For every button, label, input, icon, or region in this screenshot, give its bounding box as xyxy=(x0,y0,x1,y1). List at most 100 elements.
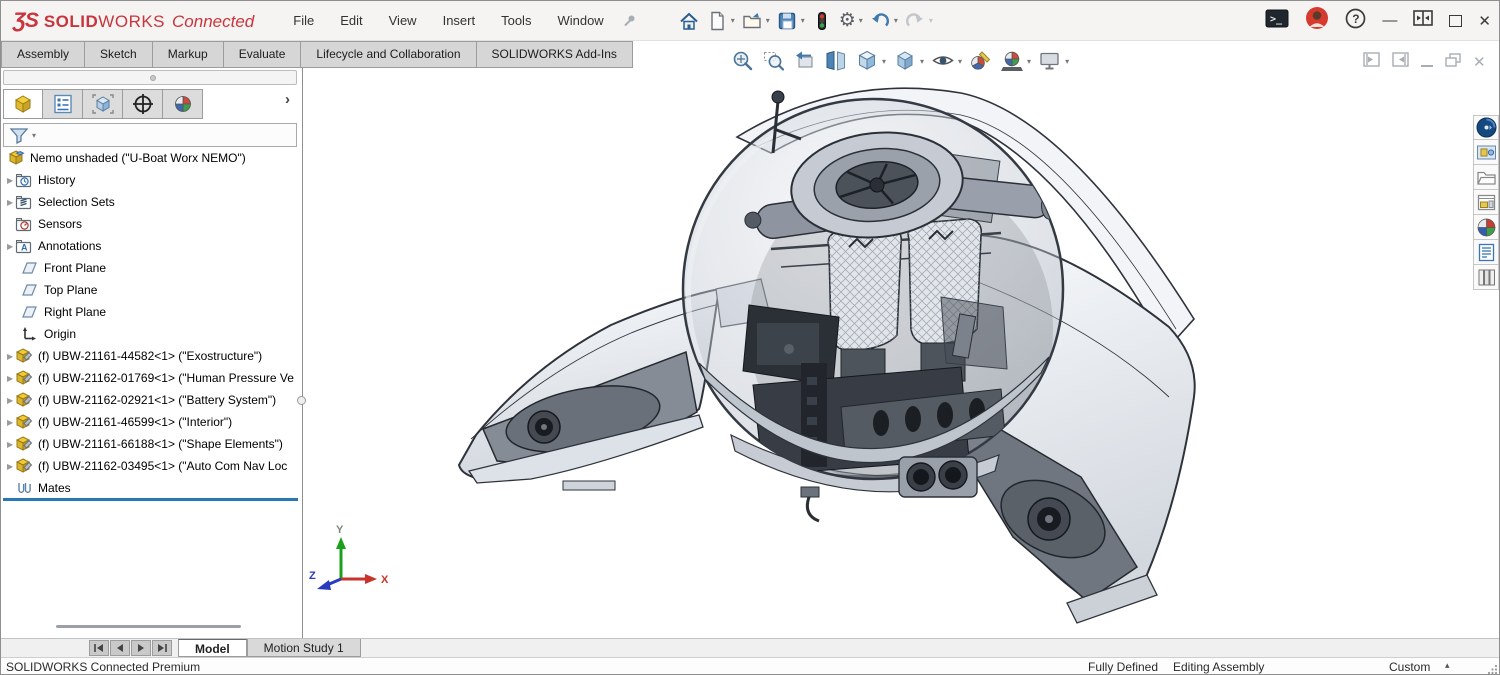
appearances-scenes-icon[interactable] xyxy=(1473,215,1499,240)
display-style-button[interactable]: ▾ xyxy=(891,48,926,74)
tree-item-selection-sets[interactable]: ▶ Selection Sets xyxy=(1,191,301,213)
user-avatar[interactable] xyxy=(1305,6,1329,35)
dock-layout-button[interactable] xyxy=(1413,10,1433,31)
tree-filter[interactable]: ▾ xyxy=(3,123,297,147)
expand-arrow-icon[interactable]: ▶ xyxy=(1,176,15,185)
expand-arrow-icon[interactable]: ▶ xyxy=(1,242,15,251)
tree-item-component-battery-system[interactable]: ▶ (f) UBW-21162-02921<1> ("Battery Syste… xyxy=(1,389,301,411)
tree-root-assembly[interactable]: Nemo unshaded ("U-Boat Worx NEMO") xyxy=(1,147,301,169)
expand-arrow-icon[interactable]: ▶ xyxy=(1,418,15,427)
tree-item-component-human-pressure-vessel[interactable]: ▶ (f) UBW-21162-01769<1> ("Human Pressur… xyxy=(1,367,301,389)
zoom-to-area-button[interactable] xyxy=(760,48,788,74)
commandmanager-splitter[interactable] xyxy=(3,70,297,85)
tree-item-component-interior[interactable]: ▶ (f) UBW-21161-46599<1> ("Interior") xyxy=(1,411,301,433)
tree-item-front-plane[interactable]: ▶ Front Plane xyxy=(1,257,301,279)
tab-solidworks-addins[interactable]: SOLIDWORKS Add-Ins xyxy=(477,41,633,68)
help-button[interactable]: ? xyxy=(1345,8,1366,34)
model-viewport[interactable]: Y X Z xyxy=(301,67,1500,638)
redo-button[interactable]: ▾ xyxy=(904,10,933,32)
new-document-button[interactable]: ▾ xyxy=(706,10,735,32)
tab-markup[interactable]: Markup xyxy=(153,41,224,68)
3dexperience-compass-icon[interactable] xyxy=(1473,115,1499,140)
apply-scene-dropdown[interactable]: ▾ xyxy=(1027,57,1031,66)
command-prompt-icon[interactable]: >_ xyxy=(1265,8,1289,34)
close-doc-button[interactable]: ✕ xyxy=(1473,53,1486,71)
minimize-window-button[interactable]: — xyxy=(1382,12,1397,29)
tree-item-component-shape-elements[interactable]: ▶ (f) UBW-21161-66188<1> ("Shape Element… xyxy=(1,433,301,455)
tab-evaluate[interactable]: Evaluate xyxy=(224,41,302,68)
display-style-dropdown[interactable]: ▾ xyxy=(920,57,924,66)
tab-motion-study-1[interactable]: Motion Study 1 xyxy=(247,639,361,657)
previous-view-button[interactable] xyxy=(791,48,819,74)
tree-item-component-exostructure[interactable]: ▶ (f) UBW-21161-44582<1> ("Exostructure"… xyxy=(1,345,301,367)
open-document-button[interactable]: ▾ xyxy=(741,10,770,32)
view-settings-button[interactable]: ▾ xyxy=(1036,48,1071,74)
hide-show-items-button[interactable]: ▾ xyxy=(929,48,964,74)
menu-tools[interactable]: Tools xyxy=(488,1,544,41)
tab-featuremanager-design-tree[interactable] xyxy=(3,89,43,119)
filter-dropdown[interactable]: ▾ xyxy=(32,131,36,140)
expand-arrow-icon[interactable]: ▶ xyxy=(1,462,15,471)
custom-properties-icon[interactable] xyxy=(1473,240,1499,265)
expand-arrow-icon[interactable]: ▶ xyxy=(1,440,15,449)
units-selector[interactable]: Custom xyxy=(1389,660,1430,674)
resize-grip[interactable] xyxy=(1488,663,1498,675)
save-dropdown[interactable]: ▾ xyxy=(801,16,805,25)
home-button[interactable] xyxy=(678,10,700,32)
tree-item-annotations[interactable]: ▶ A Annotations xyxy=(1,235,301,257)
solidworks-resources-icon[interactable] xyxy=(1473,265,1499,290)
tree-item-origin[interactable]: ▶ Origin xyxy=(1,323,301,345)
zoom-to-fit-button[interactable] xyxy=(729,48,757,74)
undo-button[interactable]: ▾ xyxy=(869,10,898,32)
options-gear-button[interactable]: ⚙ ▾ xyxy=(839,11,863,31)
options-dropdown[interactable]: ▾ xyxy=(859,16,863,25)
save-button[interactable]: ▾ xyxy=(776,10,805,32)
expand-arrow-icon[interactable]: ▶ xyxy=(1,352,15,361)
panel-expand-arrow[interactable]: › xyxy=(285,91,290,108)
first-tab-button[interactable] xyxy=(89,640,109,656)
menu-view[interactable]: View xyxy=(376,1,430,41)
open-document-dropdown[interactable]: ▾ xyxy=(766,16,770,25)
tree-item-component-auto-com-nav[interactable]: ▶ (f) UBW-21162-03495<1> ("Auto Com Nav … xyxy=(1,455,301,477)
close-window-button[interactable]: ✕ xyxy=(1478,12,1491,30)
design-library-icon[interactable] xyxy=(1473,140,1499,165)
edit-appearance-button[interactable] xyxy=(967,48,995,74)
view-palette-icon[interactable] xyxy=(1473,190,1499,215)
maximize-window-button[interactable] xyxy=(1449,15,1462,27)
tab-propertymanager[interactable] xyxy=(43,89,83,119)
tab-lifecycle-collaboration[interactable]: Lifecycle and Collaboration xyxy=(301,41,476,68)
tab-dimxpertmanager[interactable] xyxy=(123,89,163,119)
menu-insert[interactable]: Insert xyxy=(430,1,489,41)
tab-assembly[interactable]: Assembly xyxy=(1,41,85,68)
restore-doc-button[interactable] xyxy=(1445,53,1461,72)
hide-show-items-dropdown[interactable]: ▾ xyxy=(958,57,962,66)
previous-pane-button[interactable] xyxy=(1363,52,1380,72)
expand-arrow-icon[interactable]: ▶ xyxy=(1,198,15,207)
tree-item-sensors[interactable]: ▶ Sensors xyxy=(1,213,301,235)
menu-file[interactable]: File xyxy=(280,1,327,41)
tab-displaymanager[interactable] xyxy=(163,89,203,119)
menu-edit[interactable]: Edit xyxy=(327,1,375,41)
view-orientation-dropdown[interactable]: ▾ xyxy=(882,57,886,66)
next-tab-button[interactable] xyxy=(131,640,151,656)
tree-item-top-plane[interactable]: ▶ Top Plane xyxy=(1,279,301,301)
next-pane-button[interactable] xyxy=(1392,52,1409,72)
panel-splitter-handle[interactable] xyxy=(297,396,306,405)
tab-model[interactable]: Model xyxy=(178,639,247,657)
pin-menu-icon[interactable] xyxy=(621,13,637,29)
tree-item-right-plane[interactable]: ▶ Right Plane xyxy=(1,301,301,323)
tab-configurationmanager[interactable] xyxy=(83,89,123,119)
tree-item-mates[interactable]: ▶ Mates xyxy=(1,477,301,499)
undo-dropdown[interactable]: ▾ xyxy=(894,16,898,25)
view-settings-dropdown[interactable]: ▾ xyxy=(1065,57,1069,66)
new-document-dropdown[interactable]: ▾ xyxy=(731,16,735,25)
file-explorer-icon[interactable] xyxy=(1473,165,1499,190)
tree-item-history[interactable]: ▶ History xyxy=(1,169,301,191)
units-dropdown-arrow[interactable]: ▴ xyxy=(1445,660,1450,671)
view-orientation-button[interactable]: ▾ xyxy=(853,48,888,74)
expand-arrow-icon[interactable]: ▶ xyxy=(1,374,15,383)
minimize-doc-button[interactable] xyxy=(1421,65,1433,67)
apply-scene-button[interactable]: ▾ xyxy=(998,48,1033,74)
rollback-bar[interactable] xyxy=(3,498,298,501)
lifecycle-status-icon[interactable] xyxy=(811,10,833,32)
